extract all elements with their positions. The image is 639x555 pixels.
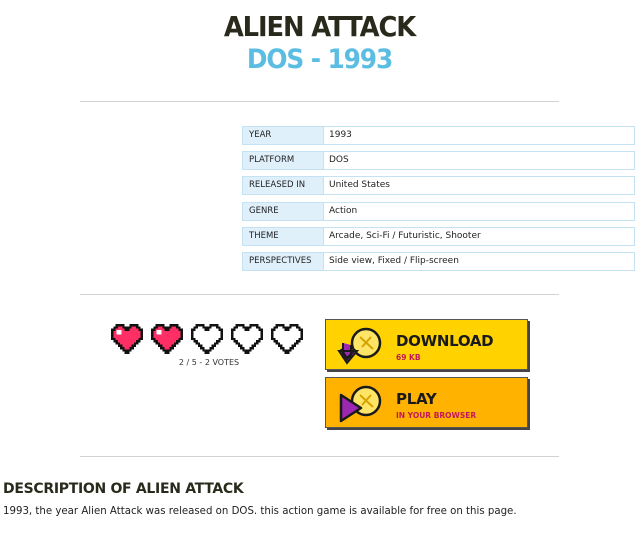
info-value: United States <box>324 176 635 196</box>
download-button[interactable]: DOWNLOAD 69 KB <box>325 319 528 370</box>
heart-empty-icon[interactable] <box>269 323 305 355</box>
description-text: 1993, the year Alien Attack was released… <box>3 506 517 517</box>
download-size: 69 KB <box>396 353 421 362</box>
divider-top <box>80 101 559 102</box>
play-label: PLAY <box>396 390 437 408</box>
description-title: DESCRIPTION OF ALIEN ATTACK <box>3 481 244 497</box>
game-subtitle: DOS - 1993 <box>246 44 393 75</box>
info-value: DOS <box>324 151 635 171</box>
play-icon <box>339 385 382 423</box>
info-row-platform: PLATFORM DOS <box>242 149 635 174</box>
rating-hearts[interactable] <box>109 323 309 355</box>
info-table: YEAR 1993 PLATFORM DOS RELEASED IN Unite… <box>242 124 635 275</box>
download-label: DOWNLOAD <box>396 332 494 350</box>
info-value: Side view, Fixed / Flip-screen <box>324 251 635 271</box>
info-key: GENRE <box>242 201 324 221</box>
play-subtitle: IN YOUR BROWSER <box>396 411 477 420</box>
info-key: PERSPECTIVES <box>242 251 324 271</box>
rating-votes: 2 / 5 - 2 VOTES <box>178 358 240 367</box>
info-key: RELEASED IN <box>242 176 324 196</box>
game-title: ALIEN ATTACK <box>223 10 416 43</box>
info-value: Action <box>324 201 635 221</box>
heart-empty-icon[interactable] <box>189 323 225 355</box>
divider-middle <box>80 294 559 295</box>
heart-filled-icon[interactable] <box>109 323 145 355</box>
info-value: 1993 <box>324 126 635 145</box>
info-key: YEAR <box>242 126 324 145</box>
info-row-released: RELEASED IN United States <box>242 174 635 199</box>
info-row-theme: THEME Arcade, Sci-Fi / Futuristic, Shoot… <box>242 225 635 250</box>
info-row-year: YEAR 1993 <box>242 124 635 149</box>
info-row-genre: GENRE Action <box>242 200 635 225</box>
info-key: PLATFORM <box>242 151 324 171</box>
info-key: THEME <box>242 226 324 246</box>
heart-filled-icon[interactable] <box>149 323 185 355</box>
divider-bottom <box>80 456 559 457</box>
info-value: Arcade, Sci-Fi / Futuristic, Shooter <box>324 226 635 246</box>
heart-empty-icon[interactable] <box>229 323 265 355</box>
download-icon <box>337 327 382 365</box>
play-button[interactable]: PLAY IN YOUR BROWSER <box>325 377 528 428</box>
info-row-perspectives: PERSPECTIVES Side view, Fixed / Flip-scr… <box>242 250 635 275</box>
